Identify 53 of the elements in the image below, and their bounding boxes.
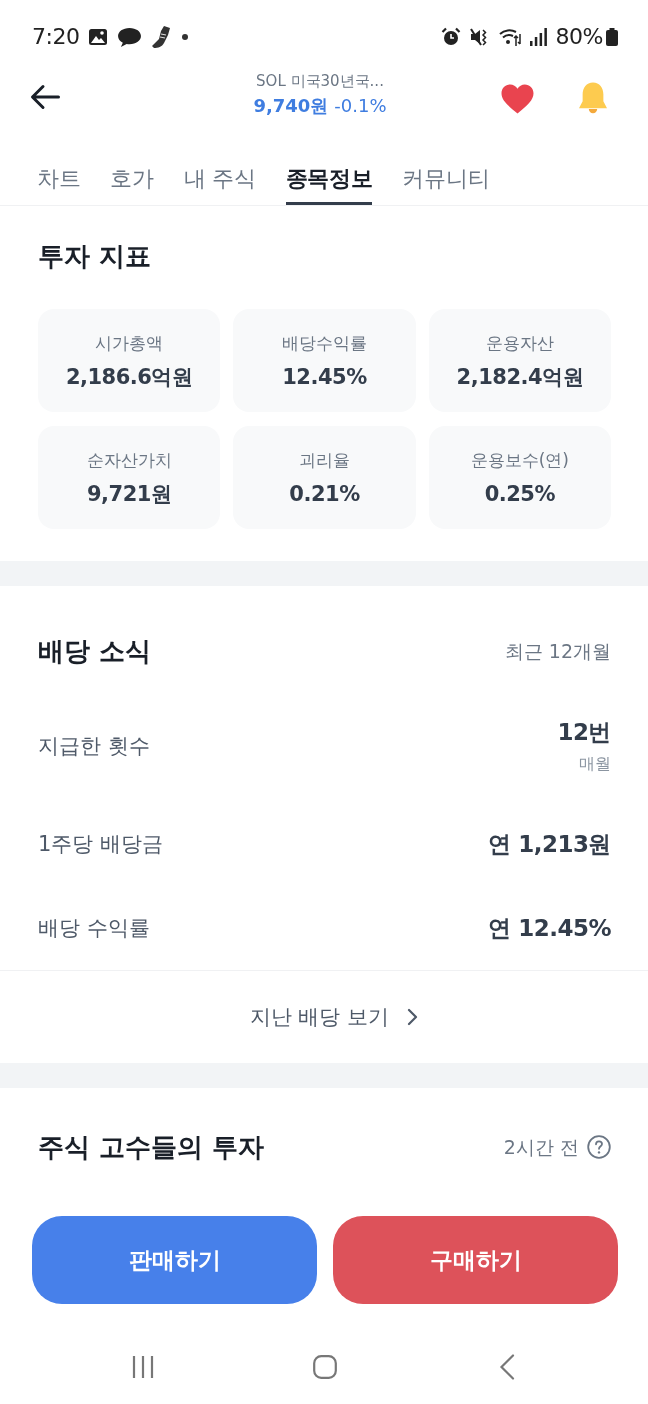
indicator-label: 운용보수(연)	[469, 449, 570, 472]
indicator-label: 순자산가치	[85, 449, 173, 472]
home-icon[interactable]	[313, 1355, 337, 1379]
indicator-value: 12.45%	[281, 364, 368, 391]
buy-button[interactable]: 구매하기	[333, 1216, 618, 1304]
tab[interactable]: 차트	[37, 134, 81, 205]
change-text: -0.1%	[334, 94, 387, 118]
indicator-value: 0.21%	[288, 481, 361, 508]
image-icon	[88, 28, 109, 46]
help-icon[interactable]	[587, 1135, 611, 1159]
back-arrow-icon[interactable]	[30, 84, 60, 110]
section-title: 배당 소식	[38, 635, 152, 668]
dividend-label: 배당 수익률	[38, 915, 150, 942]
indicator-label: 괴리율	[298, 449, 351, 472]
dividend-value: 연 1,213원	[488, 830, 611, 859]
tab[interactable]: 내 주식	[183, 134, 256, 205]
indicator-value: 2,186.6억원	[64, 364, 194, 391]
dividend-label: 1주당 배당금	[38, 831, 164, 858]
back-icon[interactable]	[499, 1354, 515, 1380]
tab[interactable]: 종목정보	[285, 134, 373, 205]
sell-button[interactable]: 판매하기	[32, 1216, 317, 1304]
mute-vibrate-icon	[469, 27, 490, 47]
stock-name: SOL 미국30년국...	[255, 71, 385, 91]
recent-apps-icon[interactable]	[131, 1355, 155, 1379]
shoe-icon	[151, 25, 172, 49]
indicator-label: 시가총액	[94, 332, 165, 355]
period-text: 최근 12개월	[504, 639, 611, 664]
indicator-label: 운용자산	[484, 332, 555, 355]
indicator-value: 0.25%	[483, 481, 556, 508]
dividend-note: 매월	[578, 753, 611, 775]
wifi-icon	[498, 27, 521, 47]
dividend-value: 12번	[557, 718, 611, 747]
dot-icon	[182, 34, 189, 40]
section-title: 주식 고수들의 투자	[38, 1131, 265, 1164]
signal-icon	[529, 28, 547, 46]
chat-bubble-icon	[117, 26, 143, 48]
dividend-label: 지급한 횟수	[38, 733, 150, 760]
dividend-value: 연 12.45%	[488, 914, 611, 943]
chevron-right-icon	[407, 1008, 419, 1026]
indicator-value: 2,182.4억원	[455, 364, 585, 391]
battery-percent: 80%	[555, 23, 603, 51]
tab[interactable]: 커뮤니티	[402, 134, 490, 205]
clock-time: 7:20	[32, 23, 80, 51]
past-dividends-link[interactable]: 지난 배당 보기	[229, 1002, 419, 1032]
tab[interactable]: 호가	[110, 134, 154, 205]
indicator-value: 9,721원	[85, 481, 173, 508]
price-text: 9,740원	[253, 94, 329, 118]
section-title: 투자 지표	[38, 240, 153, 273]
heart-icon[interactable]	[500, 82, 535, 115]
indicator-label: 배당수익률	[281, 332, 368, 355]
alarm-clock-icon	[440, 27, 461, 47]
updated-time: 2시간 전	[503, 1135, 579, 1160]
battery-icon	[606, 28, 618, 46]
